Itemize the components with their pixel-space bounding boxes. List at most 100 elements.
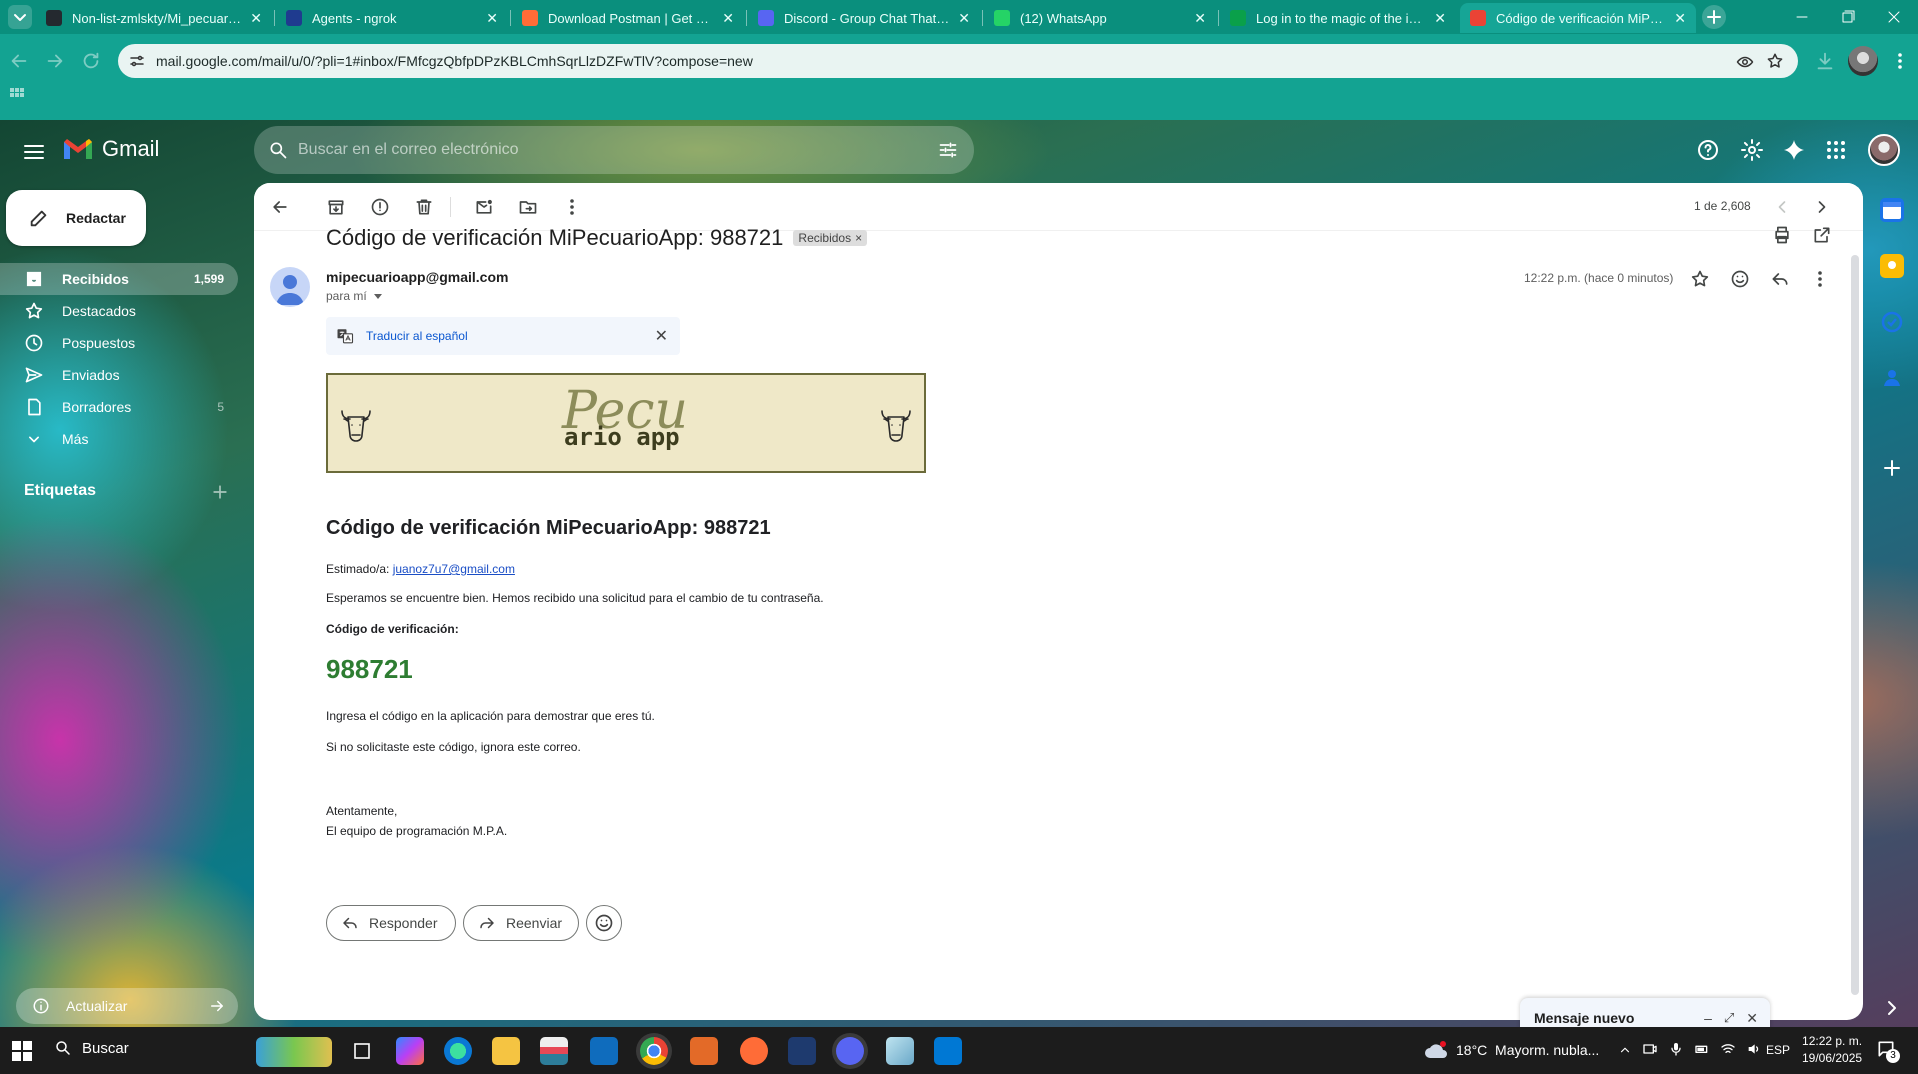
archive-button[interactable] [326,197,346,217]
message-scrollbar[interactable] [1851,255,1859,995]
recipient-email-link[interactable]: juanoz7u7@gmail.com [393,562,515,576]
account-avatar[interactable] [1868,134,1900,166]
message-more-button[interactable] [1810,269,1830,289]
sidebar-item-starred[interactable]: Destacados [0,295,238,327]
browser-tab[interactable]: Download Postman | Get Starte ✕ [512,3,744,33]
back-to-inbox-button[interactable] [270,197,290,217]
vscode-icon[interactable] [934,1037,962,1065]
tab-close-icon[interactable]: ✕ [722,10,734,27]
tab-search-button[interactable] [8,5,32,29]
search-options-icon[interactable] [938,140,958,160]
tab-close-icon[interactable]: ✕ [250,10,262,27]
more-actions-button[interactable] [562,197,582,217]
search-input[interactable] [298,141,898,159]
task-view-icon[interactable] [348,1037,376,1065]
report-spam-button[interactable] [370,197,390,217]
main-menu-button[interactable] [22,140,46,164]
update-banner[interactable]: Actualizar [16,988,238,1024]
tab-close-icon[interactable]: ✕ [958,10,970,27]
sender-email[interactable]: mipecuarioapp@gmail.com [326,269,508,285]
browser-menu-button[interactable] [1890,50,1910,72]
taskbar-search[interactable]: Buscar [54,1039,129,1057]
weather-widget[interactable]: 18°C Mayorm. nubla... [1424,1041,1599,1059]
move-to-button[interactable] [518,197,538,217]
notepad-icon[interactable] [886,1037,914,1065]
browser-tab[interactable]: Log in to the magic of the inter ✕ [1220,3,1456,33]
get-addons-button[interactable] [1880,456,1904,480]
settings-button[interactable] [1740,138,1764,162]
store-icon[interactable] [540,1037,568,1065]
forward-button[interactable] [44,50,66,72]
translate-link[interactable]: Traducir al español [366,329,468,343]
minimize-compose-button[interactable]: – [1704,1010,1712,1026]
tray-icons[interactable] [1642,1041,1762,1057]
recipient-details[interactable]: para mí [326,289,383,303]
mark-unread-button[interactable] [474,197,494,217]
browser-tab[interactable]: Discord - Group Chat That's All ✕ [748,3,980,33]
remove-label-icon[interactable]: × [855,231,862,245]
close-translate-button[interactable]: ✕ [655,326,668,346]
downloads-button[interactable] [1814,50,1836,72]
reply-button[interactable]: Responder [326,905,456,941]
sidebar-item-snoozed[interactable]: Pospuestos [0,327,238,359]
copilot-icon[interactable] [396,1037,424,1065]
xampp-icon[interactable] [690,1037,718,1065]
tab-close-icon[interactable]: ✕ [1674,10,1686,27]
sender-avatar[interactable] [270,267,310,307]
eye-hidden-icon[interactable] [1736,53,1754,71]
bookmark-star-icon[interactable] [1766,52,1784,70]
sidebar-item-inbox[interactable]: Recibidos 1,599 [0,263,238,295]
tab-close-icon[interactable]: ✕ [1194,10,1206,27]
reply-icon-button[interactable] [1770,269,1790,289]
sidebar-item-sent[interactable]: Enviados [0,359,238,391]
start-button[interactable] [12,1041,32,1061]
add-label-button[interactable] [210,482,230,502]
tab-close-icon[interactable]: ✕ [1434,10,1446,27]
star-button[interactable] [1690,269,1710,289]
search-highlight-image[interactable] [256,1037,332,1067]
url-text[interactable]: mail.google.com/mail/u/0/?pli=1#inbox/FM… [156,53,753,69]
window-minimize-button[interactable] [1790,6,1814,28]
browser-tab[interactable]: Agents - ngrok ✕ [276,3,508,33]
tab-close-icon[interactable]: ✕ [486,10,498,27]
keep-icon[interactable] [1880,254,1904,278]
postman-icon[interactable] [740,1037,768,1065]
hide-side-panel-button[interactable] [1880,996,1904,1020]
fullscreen-compose-button[interactable]: ⤢ [1724,1010,1734,1026]
newer-button[interactable] [1772,197,1792,217]
older-button[interactable] [1812,197,1832,217]
sidebar-item-more[interactable]: Más [0,423,238,455]
open-new-window-button[interactable] [1812,225,1832,245]
label-chip[interactable]: Recibidos × [793,230,868,246]
forward-button[interactable]: Reenviar [463,905,579,941]
compose-button[interactable]: Redactar [6,190,146,246]
profile-avatar[interactable] [1848,46,1878,76]
outlook-icon[interactable] [590,1037,618,1065]
mysql-workbench-icon[interactable] [788,1037,816,1065]
browser-tab[interactable]: Código de verificación MiPecua ✕ [1460,3,1696,33]
react-emoji-button[interactable] [586,905,622,941]
window-close-button[interactable] [1882,6,1906,28]
search-icon[interactable] [268,140,288,160]
search-bar[interactable] [254,126,974,174]
language-indicator[interactable]: ESP [1766,1043,1790,1057]
calendar-icon[interactable] [1880,198,1904,222]
print-button[interactable] [1772,225,1792,245]
close-compose-button[interactable]: ✕ [1746,1010,1758,1027]
browser-tab[interactable]: Non-list-zmlskty/Mi_pecuario_a ✕ [36,3,272,33]
discord-icon[interactable] [836,1037,864,1065]
gemini-button[interactable] [1782,138,1806,162]
edge-icon[interactable] [444,1037,472,1065]
browser-tab[interactable]: (12) WhatsApp ✕ [984,3,1216,33]
support-button[interactable] [1696,138,1720,162]
chrome-icon[interactable] [640,1037,668,1065]
reload-button[interactable] [80,50,102,72]
gmail-logo[interactable]: Gmail [62,136,159,162]
back-button[interactable] [8,50,30,72]
clock[interactable]: 12:22 p. m. 19/06/2025 [1802,1033,1862,1067]
site-info-icon[interactable] [128,52,146,70]
delete-button[interactable] [414,197,434,217]
file-explorer-icon[interactable] [492,1037,520,1065]
contacts-icon[interactable] [1880,366,1904,390]
sidebar-item-drafts[interactable]: Borradores 5 [0,391,238,423]
